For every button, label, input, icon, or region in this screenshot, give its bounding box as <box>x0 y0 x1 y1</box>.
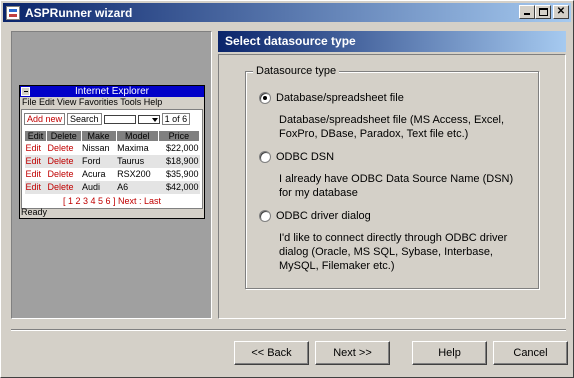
option-description: Database/spreadsheet file (MS Access, Ex… <box>279 114 504 140</box>
preview-cell: Ford <box>81 154 117 168</box>
minimize-button[interactable] <box>519 5 535 19</box>
preview-table-row: Edit Delete Acura RSX200 $35,900 <box>25 168 200 181</box>
preview-panel: Internet Explorer File Edit View Favorit… <box>11 31 212 319</box>
preview-page-of: 1 of 6 <box>161 113 191 125</box>
preview-search-label: Search <box>67 113 102 125</box>
preview-cell: A6 <box>116 180 159 194</box>
preview-ie-window: Internet Explorer File Edit View Favorit… <box>19 85 205 219</box>
close-icon: ✕ <box>556 6 566 17</box>
preview-col-header: Price <box>157 130 201 142</box>
next-button[interactable]: Next >> <box>315 341 390 365</box>
option-odbc-driver-dialog[interactable]: ODBC driver dialog <box>259 210 371 222</box>
minimize-icon <box>524 13 530 15</box>
preview-cell: $42,000 <box>158 180 200 194</box>
preview-table-header: Edit Delete Make Model Price <box>23 130 201 142</box>
option-description: I already have ODBC Data Source Name (DS… <box>279 173 514 199</box>
preview-cell: $35,900 <box>165 169 199 179</box>
preview-cell: Audi <box>81 180 117 194</box>
preview-table-row: Edit Delete Ford Taurus $18,900 <box>24 154 200 168</box>
preview-toolbar: Add new Search 1 of 6 <box>24 113 191 125</box>
preview-cell: Edit <box>24 180 47 194</box>
maximize-button[interactable] <box>535 5 551 19</box>
preview-menu-bar: File Edit View Favorities Tools Help <box>22 97 163 107</box>
preview-table-row: Edit Delete Nissan Maxima $22,000 <box>25 142 200 155</box>
preview-cell: Acura <box>82 169 106 179</box>
close-button[interactable]: ✕ <box>553 5 569 19</box>
preview-cell: $22,000 <box>165 143 199 154</box>
preview-col-header: Delete <box>46 130 82 142</box>
step-header: Select datasource type <box>218 31 566 52</box>
window-title: ASPRunner wizard <box>25 5 133 20</box>
option-label[interactable]: ODBC driver dialog <box>276 210 371 222</box>
window-controls: ✕ <box>519 5 569 19</box>
option-description: I'd like to connect directly through ODB… <box>279 232 508 272</box>
preview-pager: [ 1 2 3 4 5 6 ] Next : Last <box>62 196 162 206</box>
radio-odbc-driver-dialog[interactable] <box>259 210 271 222</box>
preview-search-select <box>137 114 160 124</box>
preview-search-box <box>103 114 136 124</box>
help-button[interactable]: Help <box>412 341 487 365</box>
preview-cell: Taurus <box>116 154 159 168</box>
preview-cell: Delete <box>46 154 82 168</box>
radio-database-file[interactable] <box>259 92 271 104</box>
preview-ie-title-bar: Internet Explorer <box>20 86 204 97</box>
preview-cell: Delete <box>47 169 74 179</box>
preview-cell: RSX200 <box>117 169 151 179</box>
app-icon <box>6 5 20 20</box>
groupbox-legend: Datasource type <box>253 65 340 77</box>
preview-table-row: Edit Delete Audi A6 $42,000 <box>24 180 200 194</box>
preview-cell: Maxima <box>117 143 149 154</box>
button-separator <box>11 329 566 331</box>
preview-cell: Edit <box>25 143 42 154</box>
radio-odbc-dsn[interactable] <box>259 151 271 163</box>
preview-cell: Delete <box>46 180 82 194</box>
wizard-window: ASPRunner wizard ✕ Internet Explorer Fil… <box>0 0 574 378</box>
preview-col-header: Model <box>115 130 159 142</box>
preview-cell: Nissan <box>82 143 110 154</box>
preview-system-menu-icon <box>21 87 30 96</box>
cancel-button[interactable]: Cancel <box>493 341 568 365</box>
option-label[interactable]: Database/spreadsheet file <box>276 92 404 104</box>
preview-page: Add new Search 1 of 6 Edit Delete Make M… <box>21 109 203 209</box>
preview-col-header: Edit <box>23 130 48 142</box>
preview-col-header: Make <box>80 130 117 142</box>
preview-status-bar: Ready <box>21 207 48 217</box>
title-bar[interactable]: ASPRunner wizard ✕ <box>3 3 571 22</box>
maximize-icon <box>539 8 548 16</box>
option-database-file[interactable]: Database/spreadsheet file <box>259 92 404 104</box>
preview-cell: Edit <box>24 154 47 168</box>
back-button[interactable]: << Back <box>234 341 309 365</box>
preview-ie-title: Internet Explorer <box>75 86 149 97</box>
preview-cell: $18,900 <box>158 154 200 168</box>
preview-cell: Delete <box>47 143 74 154</box>
preview-add-new: Add new <box>24 113 66 125</box>
option-odbc-dsn[interactable]: ODBC DSN <box>259 151 334 163</box>
option-label[interactable]: ODBC DSN <box>276 151 334 163</box>
preview-cell: Edit <box>25 169 42 179</box>
preview-table: Edit Delete Make Model Price Edit Delete… <box>23 130 201 194</box>
